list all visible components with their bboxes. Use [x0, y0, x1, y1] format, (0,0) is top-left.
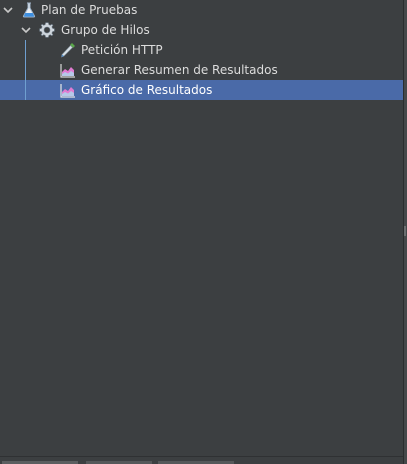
chart-icon [60, 64, 75, 78]
tree-node-label: Petición HTTP [81, 43, 163, 57]
tree-node-summary-report[interactable]: Generar Resumen de Resultados [0, 60, 403, 80]
splitter-grip[interactable] [404, 226, 406, 236]
tree-node-label: Plan de Pruebas [41, 3, 138, 17]
tree-node-thread-group[interactable]: Grupo de Hilos [0, 20, 403, 40]
test-plan-tree: Plan de Pruebas Grupo de Hilos Petición … [0, 0, 407, 464]
tree-node-label: Generar Resumen de Resultados [81, 63, 278, 77]
tree-node-label: Grupo de Hilos [61, 23, 150, 37]
gear-icon [39, 22, 55, 38]
flask-icon [22, 2, 36, 18]
tree-node-label: Gráfico de Resultados [81, 83, 213, 97]
pipette-icon [61, 43, 75, 58]
tree-guide-line [25, 40, 26, 100]
bottom-panel-edge [0, 456, 403, 464]
tree-node-test-plan[interactable]: Plan de Pruebas [0, 0, 403, 20]
tree-node-http-request[interactable]: Petición HTTP [0, 40, 403, 60]
chart-icon [60, 84, 75, 98]
chevron-down-icon[interactable] [2, 4, 14, 16]
chevron-down-icon[interactable] [20, 24, 32, 36]
tree-node-graph-results[interactable]: Gráfico de Resultados [0, 80, 403, 100]
